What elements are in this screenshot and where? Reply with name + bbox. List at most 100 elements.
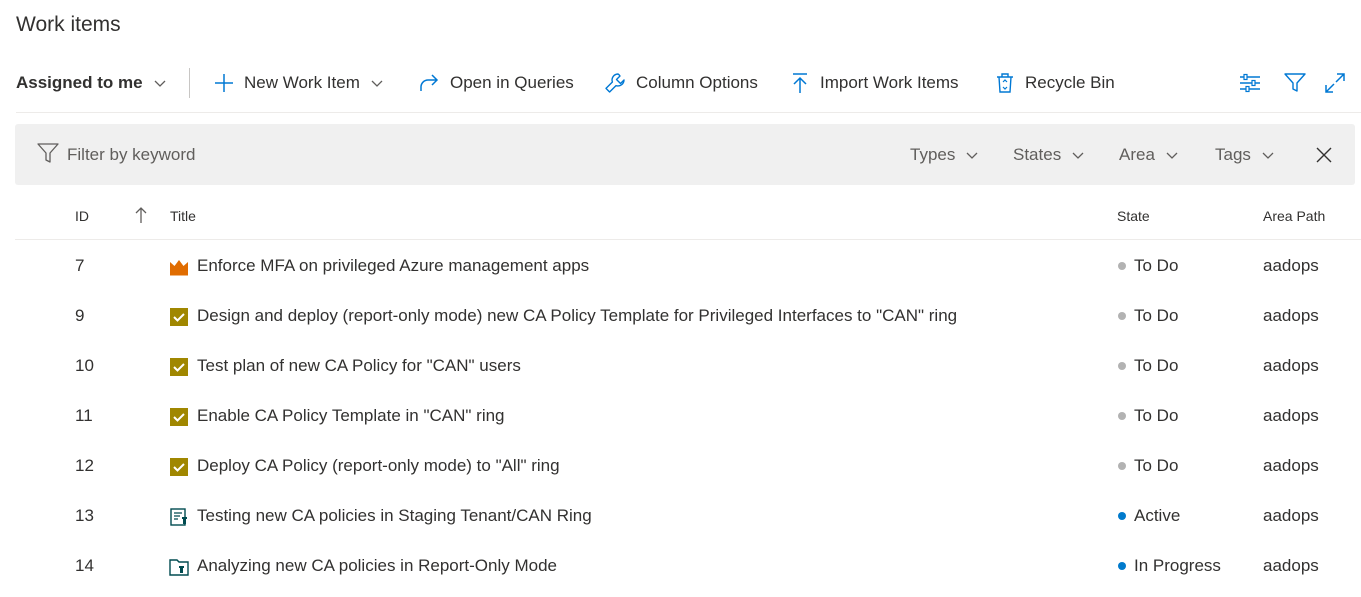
- work-item-area-path: aadops: [1263, 356, 1319, 375]
- state-dot-icon: [1118, 512, 1126, 520]
- column-header-state[interactable]: State: [1117, 208, 1150, 224]
- state-dot-icon: [1118, 462, 1126, 470]
- column-header-title[interactable]: Title: [170, 208, 196, 224]
- work-item-state: To Do: [1118, 406, 1178, 426]
- work-item-id: 12: [75, 456, 94, 475]
- column-header-area-path[interactable]: Area Path: [1263, 208, 1325, 224]
- tags-label: Tags: [1215, 144, 1251, 164]
- work-item-title-link[interactable]: Deploy CA Policy (report-only mode) to "…: [197, 456, 560, 476]
- area-label: Area: [1119, 144, 1155, 164]
- pivot-label: Assigned to me: [16, 73, 143, 92]
- task-checkbox-icon: [169, 357, 189, 377]
- fullscreen-icon[interactable]: [1323, 71, 1347, 95]
- work-items-list: 7 Enforce MFA on privileged Azure managem…: [15, 242, 1361, 592]
- new-work-item-label: New Work Item: [244, 73, 360, 92]
- column-options-button[interactable]: Column Options: [604, 60, 758, 106]
- wrench-icon: [605, 73, 625, 93]
- grid-header: ID Title State Area Path: [15, 196, 1361, 240]
- state-label: Active: [1134, 506, 1181, 525]
- work-item-state: To Do: [1118, 256, 1178, 276]
- work-item-row[interactable]: 11 Enable CA Policy Template in "CAN" rin…: [15, 392, 1361, 442]
- toolbar-divider: [16, 112, 1361, 113]
- work-item-state: To Do: [1118, 356, 1178, 376]
- states-label: States: [1013, 144, 1062, 164]
- page-title: Work items: [16, 13, 121, 36]
- recycle-bin-button[interactable]: Recycle Bin: [995, 60, 1115, 106]
- work-item-area-path: aadops: [1263, 506, 1319, 525]
- command-bar: Assigned to me New Work Item Open in Que…: [0, 60, 1361, 106]
- state-dot-icon: [1118, 412, 1126, 420]
- view-options-icon[interactable]: [1238, 71, 1262, 95]
- work-item-title-link[interactable]: Analyzing new CA policies in Report-Only…: [197, 556, 557, 576]
- keyword-filter-input[interactable]: [67, 140, 467, 170]
- work-item-id: 11: [75, 406, 93, 425]
- chevron-down-icon: [1072, 152, 1084, 159]
- work-item-row[interactable]: 12 Deploy CA Policy (report-only mode) to…: [15, 442, 1361, 492]
- filter-icon: [37, 143, 59, 163]
- types-filter-dropdown[interactable]: Types: [910, 124, 979, 185]
- work-item-area-path: aadops: [1263, 456, 1319, 475]
- work-item-title-link[interactable]: Enable CA Policy Template in "CAN" ring: [197, 406, 505, 426]
- state-label: In Progress: [1134, 556, 1221, 575]
- upload-icon: [793, 73, 807, 93]
- state-dot-icon: [1118, 262, 1126, 270]
- tags-filter-dropdown[interactable]: Tags: [1215, 124, 1275, 185]
- assigned-to-me-pivot[interactable]: Assigned to me: [16, 60, 167, 106]
- close-filter-icon[interactable]: [1313, 144, 1335, 166]
- state-dot-icon: [1118, 312, 1126, 320]
- work-item-area-path: aadops: [1263, 556, 1319, 575]
- work-item-title-link[interactable]: Test plan of new CA Policy for "CAN" use…: [197, 356, 521, 376]
- work-item-row[interactable]: 7 Enforce MFA on privileged Azure managem…: [15, 242, 1361, 292]
- filter-icon[interactable]: [1283, 71, 1307, 95]
- states-filter-dropdown[interactable]: States: [1013, 124, 1085, 185]
- chevron-down-icon: [1262, 152, 1274, 159]
- column-options-label: Column Options: [636, 73, 758, 92]
- work-item-row[interactable]: 10 Test plan of new CA Policy for "CAN" u…: [15, 342, 1361, 392]
- state-label: To Do: [1134, 406, 1179, 425]
- column-header-id[interactable]: ID: [75, 208, 89, 224]
- new-work-item-button[interactable]: New Work Item: [214, 60, 384, 106]
- state-dot-icon: [1118, 562, 1126, 570]
- work-item-area-path: aadops: [1263, 256, 1319, 275]
- recycle-bin-icon: [997, 73, 1013, 93]
- state-dot-icon: [1118, 362, 1126, 370]
- work-item-title-link[interactable]: Enforce MFA on privileged Azure manageme…: [197, 256, 589, 276]
- chevron-down-icon: [371, 80, 383, 87]
- types-label: Types: [910, 144, 956, 164]
- work-item-row[interactable]: 14 Analyzing new CA policies in Report-On…: [15, 542, 1361, 592]
- work-item-title-link[interactable]: Design and deploy (report-only mode) new…: [197, 306, 957, 326]
- work-item-id: 10: [75, 356, 94, 375]
- work-item-id: 14: [75, 556, 94, 575]
- chevron-down-icon: [154, 80, 166, 87]
- area-filter-dropdown[interactable]: Area: [1119, 124, 1179, 185]
- work-item-title-link[interactable]: Testing new CA policies in Staging Tenan…: [197, 506, 592, 526]
- state-label: To Do: [1134, 306, 1179, 325]
- plus-icon: [215, 74, 233, 92]
- state-label: To Do: [1134, 356, 1179, 375]
- chevron-down-icon: [1166, 152, 1178, 159]
- work-item-row[interactable]: 13 Testing new CA policies in Staging Ten…: [15, 492, 1361, 542]
- state-label: To Do: [1134, 456, 1179, 475]
- work-item-state: To Do: [1118, 456, 1178, 476]
- toolbar-separator: [189, 68, 190, 98]
- chevron-down-icon: [966, 152, 978, 159]
- recycle-bin-label: Recycle Bin: [1025, 73, 1115, 92]
- import-work-items-button[interactable]: Import Work Items: [790, 60, 959, 106]
- test-suite-icon: [169, 557, 189, 577]
- share-arrow-icon: [420, 74, 439, 91]
- work-item-row[interactable]: 9 Design and deploy (report-only mode) ne…: [15, 292, 1361, 342]
- open-in-queries-button[interactable]: Open in Queries: [418, 60, 574, 106]
- work-item-state: To Do: [1118, 306, 1178, 326]
- task-checkbox-icon: [169, 307, 189, 327]
- work-item-id: 9: [75, 306, 85, 325]
- task-checkbox-icon: [169, 407, 189, 427]
- test-plan-icon: [169, 507, 189, 527]
- work-item-id: 13: [75, 506, 94, 525]
- work-item-state: Active: [1118, 506, 1180, 526]
- state-label: To Do: [1134, 256, 1179, 275]
- open-in-queries-label: Open in Queries: [450, 73, 574, 92]
- work-item-area-path: aadops: [1263, 306, 1319, 325]
- import-work-items-label: Import Work Items: [820, 73, 959, 92]
- work-item-area-path: aadops: [1263, 406, 1319, 425]
- work-item-id: 7: [75, 256, 85, 275]
